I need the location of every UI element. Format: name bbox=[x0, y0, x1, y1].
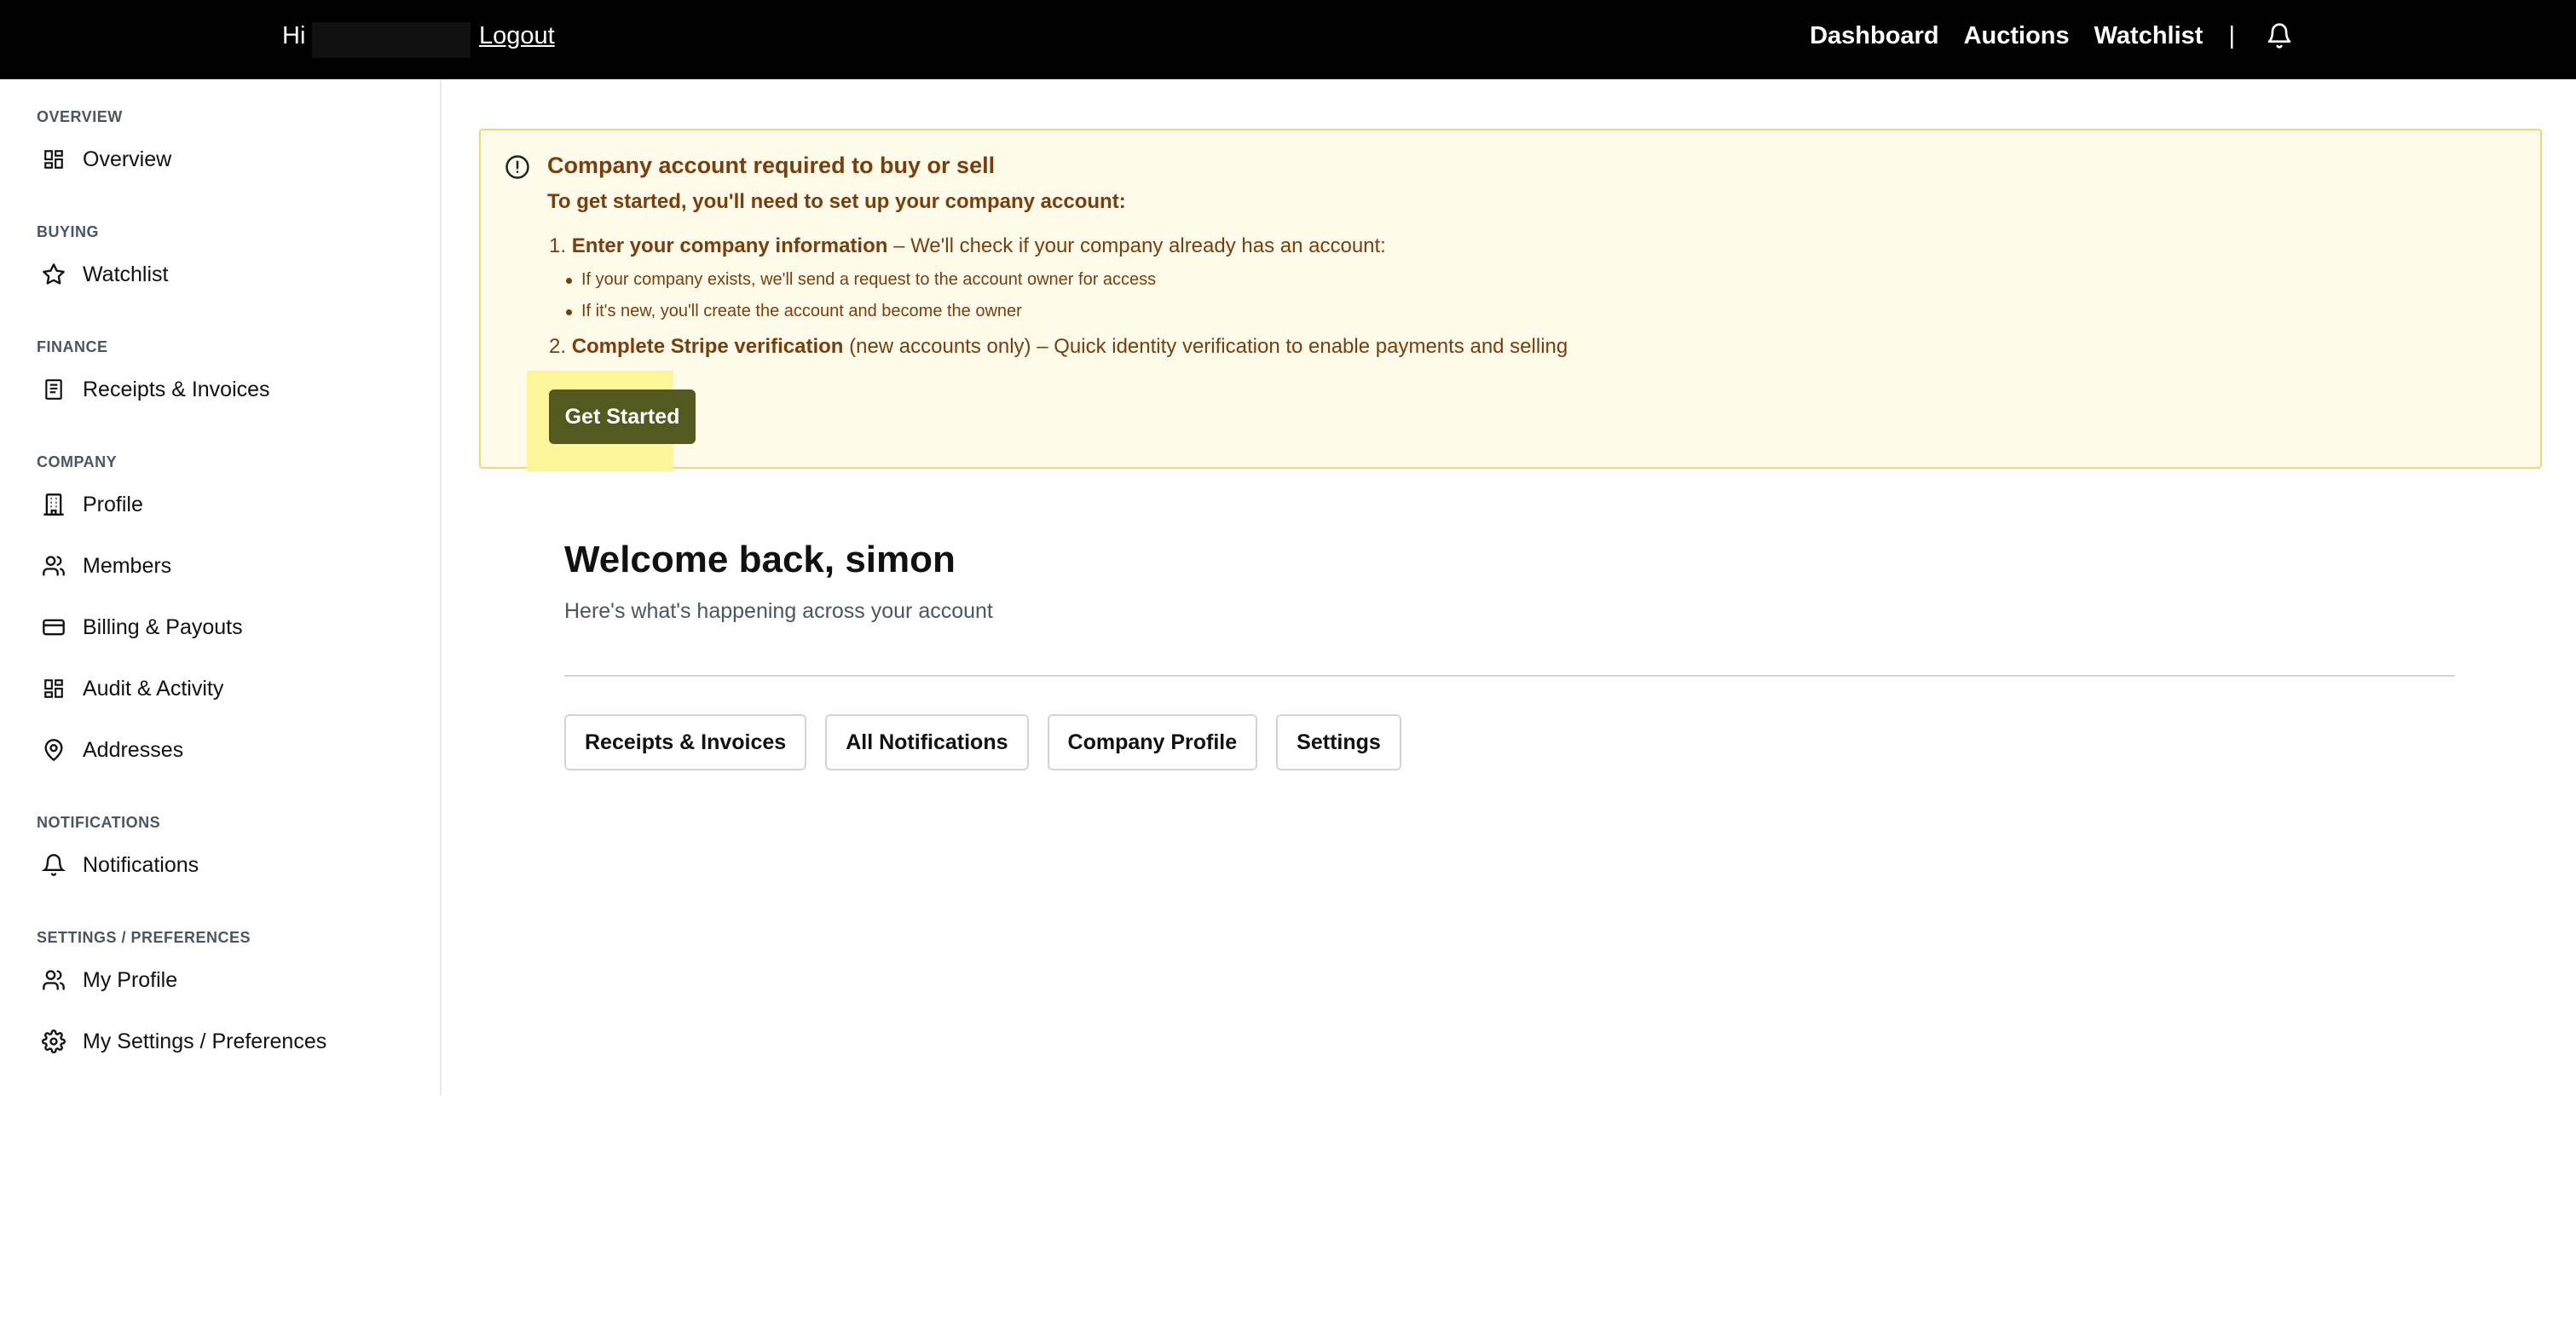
sidebar-item-receipts-invoices[interactable]: Receipts & Invoices bbox=[41, 369, 270, 410]
sidebar-section-settings: SETTINGS / PREFERENCES bbox=[37, 929, 251, 946]
alert-step-2: 2. Complete Stripe verification (new acc… bbox=[549, 335, 1568, 359]
alert-title: Company account required to buy or sell bbox=[547, 153, 996, 178]
get-started-button[interactable]: Get Started bbox=[549, 389, 696, 444]
sidebar-item-label: Receipts & Invoices bbox=[83, 377, 270, 401]
step-title: Enter your company information bbox=[571, 234, 888, 257]
sidebar-item-label: Notifications bbox=[83, 852, 199, 877]
company-account-alert: Company account required to buy or sell … bbox=[479, 129, 2542, 471]
divider bbox=[564, 675, 2455, 677]
quick-link-receipts-invoices[interactable]: Receipts & Invoices bbox=[564, 714, 807, 770]
redacted-username bbox=[312, 22, 471, 58]
sidebar-item-label: Overview bbox=[83, 147, 172, 171]
page-subtitle: Here's what's happening across your acco… bbox=[564, 599, 993, 623]
sidebar-item-notifications[interactable]: Notifications bbox=[41, 845, 199, 885]
step-description: – We'll check if your company already ha… bbox=[887, 234, 1386, 257]
receipt-icon bbox=[41, 377, 66, 402]
sidebar-item-label: Watchlist bbox=[83, 262, 169, 286]
sidebar-item-my-settings[interactable]: My Settings / Preferences bbox=[41, 1021, 326, 1062]
sidebar-section-buying: BUYING bbox=[37, 223, 100, 240]
sidebar-item-my-profile[interactable]: My Profile bbox=[41, 960, 177, 1001]
sidebar-section-notifications: NOTIFICATIONS bbox=[37, 814, 161, 831]
sidebar-item-billing-payouts[interactable]: Billing & Payouts bbox=[41, 607, 243, 648]
quick-link-settings[interactable]: Settings bbox=[1276, 714, 1401, 770]
sidebar-section-company: COMPANY bbox=[37, 453, 118, 470]
sidebar-item-label: Members bbox=[83, 553, 172, 578]
sidebar-section-overview: OVERVIEW bbox=[37, 108, 123, 125]
sidebar-item-label: My Settings / Preferences bbox=[83, 1029, 327, 1053]
alert-bullet-1: If your company exists, we'll send a req… bbox=[565, 270, 1157, 289]
sidebar-item-watchlist[interactable]: Watchlist bbox=[41, 254, 168, 295]
sidebar-item-label: Profile bbox=[83, 492, 143, 516]
quick-link-company-profile[interactable]: Company Profile bbox=[1047, 714, 1258, 770]
building-icon bbox=[41, 492, 66, 517]
notifications-bell-icon[interactable] bbox=[2264, 19, 2295, 53]
quick-link-all-notifications[interactable]: All Notifications bbox=[825, 714, 1029, 770]
grid-icon bbox=[41, 147, 66, 172]
step-title: Complete Stripe verification bbox=[571, 335, 844, 358]
sidebar: OVERVIEW Overview BUYING Watchlist FINAN… bbox=[0, 79, 442, 1095]
nav-auctions[interactable]: Auctions bbox=[1964, 22, 2070, 50]
sidebar-item-label: My Profile bbox=[83, 967, 178, 992]
sidebar-item-profile[interactable]: Profile bbox=[41, 484, 143, 525]
map-pin-icon bbox=[41, 737, 66, 763]
sidebar-section-finance: FINANCE bbox=[37, 338, 108, 355]
star-icon bbox=[41, 262, 66, 287]
quick-links: Receipts & Invoices All Notifications Co… bbox=[564, 714, 1420, 770]
gear-icon bbox=[41, 1029, 66, 1054]
alert-subtitle: To get started, you'll need to set up yo… bbox=[547, 190, 1126, 213]
page-title: Welcome back, simon bbox=[564, 539, 956, 580]
sidebar-item-label: Addresses bbox=[83, 737, 184, 762]
step-number: 2. bbox=[549, 335, 567, 358]
greeting-text: Hi bbox=[282, 22, 306, 49]
sidebar-item-audit-activity[interactable]: Audit & Activity bbox=[41, 668, 223, 709]
nav-dashboard[interactable]: Dashboard bbox=[1810, 22, 1938, 50]
sidebar-item-addresses[interactable]: Addresses bbox=[41, 730, 183, 770]
grid-icon bbox=[41, 676, 66, 701]
sidebar-item-label: Billing & Payouts bbox=[83, 614, 243, 639]
alert-bullet-2: If it's new, you'll create the account a… bbox=[566, 302, 1022, 320]
nav-watchlist[interactable]: Watchlist bbox=[2094, 22, 2203, 50]
top-nav: Dashboard Auctions Watchlist | bbox=[1785, 19, 2295, 53]
sidebar-item-members[interactable]: Members bbox=[41, 545, 171, 586]
step-number: 1. bbox=[549, 234, 567, 257]
step-description: (new accounts only) – Quick identity ver… bbox=[843, 335, 1568, 358]
top-navbar: Hi Logout Dashboard Auctions Watchlist | bbox=[0, 0, 2576, 79]
logout-link[interactable]: Logout bbox=[479, 22, 555, 49]
bell-icon bbox=[41, 852, 66, 878]
nav-separator: | bbox=[2228, 21, 2235, 49]
credit-card-icon bbox=[41, 614, 66, 640]
alert-step-1: 1. Enter your company information – We'l… bbox=[549, 234, 1386, 258]
alert-circle-icon bbox=[505, 154, 530, 180]
sidebar-item-overview[interactable]: Overview bbox=[41, 139, 171, 180]
users-icon bbox=[41, 967, 66, 993]
users-icon bbox=[41, 553, 66, 579]
sidebar-item-label: Audit & Activity bbox=[83, 676, 224, 701]
